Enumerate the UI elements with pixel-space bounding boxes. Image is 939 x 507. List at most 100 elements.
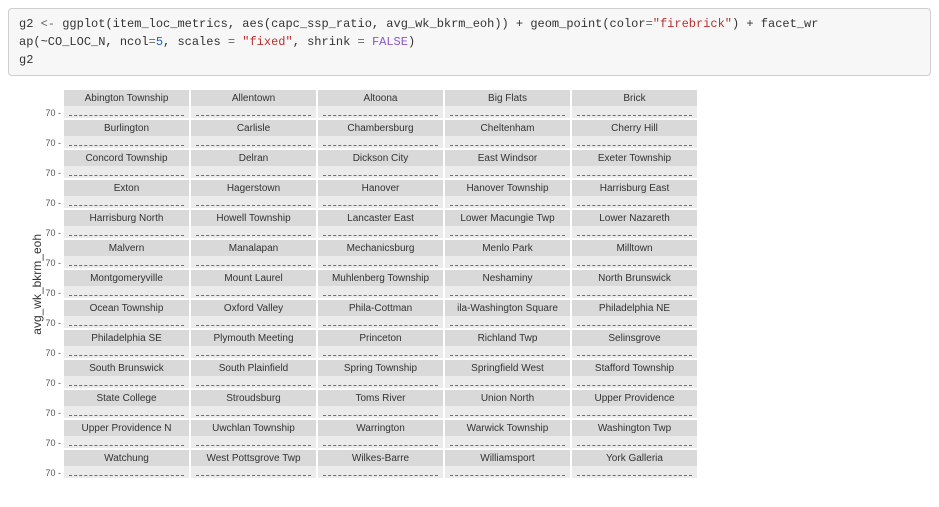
facet-strip-label: Exton bbox=[64, 180, 189, 196]
facet-panel: State College bbox=[64, 390, 189, 418]
facet-panel: Abington Township bbox=[64, 90, 189, 118]
facet-panel: Williamsport bbox=[445, 450, 570, 478]
facet-plot-area bbox=[64, 376, 189, 388]
facet-plot-area bbox=[191, 436, 316, 448]
facet-plot-area bbox=[572, 316, 697, 328]
facet-plot-area bbox=[64, 226, 189, 238]
facet-plot-area bbox=[64, 436, 189, 448]
facet-plot-area bbox=[572, 466, 697, 478]
y-tick-label: 70 - bbox=[44, 360, 62, 388]
code-token: g2 bbox=[19, 53, 33, 67]
code-token: ap bbox=[19, 35, 33, 49]
facet-strip-label: Uwchlan Township bbox=[191, 420, 316, 436]
facet-panel: ila-Washington Square bbox=[445, 300, 570, 328]
facet-strip-label: Dickson City bbox=[318, 150, 443, 166]
facet-plot-area bbox=[572, 106, 697, 118]
facet-plot-area bbox=[572, 436, 697, 448]
facet-panel: Exeter Township bbox=[572, 150, 697, 178]
facet-panel: Menlo Park bbox=[445, 240, 570, 268]
facet-plot-area bbox=[64, 346, 189, 358]
code-token: (capc_ssp_ratio, avg_wk_bkrm_eoh)) + bbox=[264, 17, 530, 31]
facet-panel: Phila-Cottman bbox=[318, 300, 443, 328]
facet-strip-label: Springfield West bbox=[445, 360, 570, 376]
code-token: ) bbox=[408, 35, 415, 49]
facet-plot-area bbox=[445, 346, 570, 358]
facet-plot-area bbox=[64, 466, 189, 478]
facet-panel: Manalapan bbox=[191, 240, 316, 268]
facet-strip-label: Washington Twp bbox=[572, 420, 697, 436]
code-token: (~CO_LOC_N, bbox=[33, 35, 119, 49]
code-token: "fixed" bbox=[242, 35, 292, 49]
code-token: scales bbox=[177, 35, 220, 49]
facet-panel: Uwchlan Township bbox=[191, 420, 316, 448]
facet-plot-area bbox=[572, 136, 697, 148]
facet-plot-area bbox=[318, 286, 443, 298]
facet-plot-area bbox=[64, 166, 189, 178]
code-token: = bbox=[149, 35, 156, 49]
facet-panel: Oxford Valley bbox=[191, 300, 316, 328]
facet-panel: Dickson City bbox=[318, 150, 443, 178]
code-token: ( bbox=[602, 17, 609, 31]
facet-plot-area bbox=[191, 196, 316, 208]
facet-plot-area bbox=[318, 436, 443, 448]
facet-strip-label: Philadelphia NE bbox=[572, 300, 697, 316]
facet-strip-label: Muhlenberg Township bbox=[318, 270, 443, 286]
facet-strip-label: Stroudsburg bbox=[191, 390, 316, 406]
facet-panel: Spring Township bbox=[318, 360, 443, 388]
facet-plot-area bbox=[445, 106, 570, 118]
facet-plot-area bbox=[318, 346, 443, 358]
code-token: 5 bbox=[156, 35, 163, 49]
facet-panel: Exton bbox=[64, 180, 189, 208]
facet-strip-label: Abington Township bbox=[64, 90, 189, 106]
facet-panel: Harrisburg East bbox=[572, 180, 697, 208]
facet-plot-area bbox=[64, 316, 189, 328]
facet-plot-area bbox=[64, 136, 189, 148]
code-token: = bbox=[646, 17, 653, 31]
facet-panel: West Pottsgrove Twp bbox=[191, 450, 316, 478]
facet-plot-area bbox=[191, 256, 316, 268]
facet-panel: South Plainfield bbox=[191, 360, 316, 388]
facet-strip-label: York Galleria bbox=[572, 450, 697, 466]
facet-plot-area bbox=[64, 256, 189, 268]
facet-plot-area bbox=[64, 106, 189, 118]
y-tick-label: 70 - bbox=[44, 90, 62, 118]
facet-plot-area bbox=[445, 256, 570, 268]
facet-panel: Montgomeryville bbox=[64, 270, 189, 298]
facet-plot-area bbox=[572, 256, 697, 268]
facet-plot-area bbox=[318, 316, 443, 328]
facet-plot-area bbox=[318, 376, 443, 388]
facet-plot-area bbox=[318, 226, 443, 238]
faceted-scatter-plot: avg_wk_bkrm_eoh 70 -Abington TownshipAll… bbox=[8, 90, 931, 478]
facet-strip-label: Howell Township bbox=[191, 210, 316, 226]
facet-strip-label: South Plainfield bbox=[191, 360, 316, 376]
facet-panel: Princeton bbox=[318, 330, 443, 358]
facet-strip-label: ila-Washington Square bbox=[445, 300, 570, 316]
code-token: FALSE bbox=[372, 35, 408, 49]
facet-panel: Upper Providence N bbox=[64, 420, 189, 448]
facet-panel: Brick bbox=[572, 90, 697, 118]
code-token: geom_point bbox=[530, 17, 602, 31]
code-token: "firebrick" bbox=[653, 17, 732, 31]
facet-panel: East Windsor bbox=[445, 150, 570, 178]
facet-plot-area bbox=[191, 226, 316, 238]
facet-panel: Hanover Township bbox=[445, 180, 570, 208]
facet-panel: Hagerstown bbox=[191, 180, 316, 208]
y-tick-label: 70 - bbox=[44, 300, 62, 328]
facet-plot-area bbox=[191, 376, 316, 388]
facet-plot-area bbox=[572, 406, 697, 418]
facet-plot-area bbox=[445, 196, 570, 208]
y-tick-label: 70 - bbox=[44, 150, 62, 178]
facet-strip-label: Ocean Township bbox=[64, 300, 189, 316]
facet-plot-area bbox=[191, 166, 316, 178]
facet-panel: Delran bbox=[191, 150, 316, 178]
y-tick-label: 70 - bbox=[44, 210, 62, 238]
facet-panel: Mechanicsburg bbox=[318, 240, 443, 268]
facet-strip-label: Burlington bbox=[64, 120, 189, 136]
facet-panel: Allentown bbox=[191, 90, 316, 118]
facet-strip-label: Cherry Hill bbox=[572, 120, 697, 136]
code-token: = bbox=[350, 35, 372, 49]
facet-strip-label: Watchung bbox=[64, 450, 189, 466]
facet-plot-area bbox=[318, 106, 443, 118]
facet-panel: Carlisle bbox=[191, 120, 316, 148]
facet-panel: Howell Township bbox=[191, 210, 316, 238]
